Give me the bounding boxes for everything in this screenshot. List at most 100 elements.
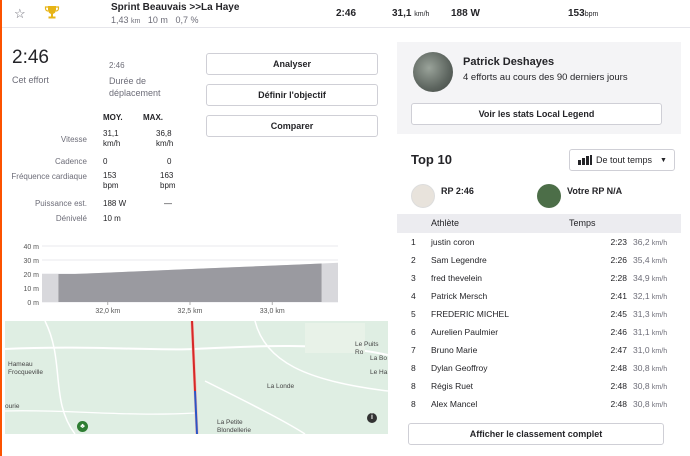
effort-speed: 30,8 km/h (633, 381, 668, 391)
effort-time: 2:23 (610, 237, 627, 247)
map-roads (5, 321, 388, 434)
table-row[interactable]: 2 Sam Legendre 2:26 35,4 km/h (397, 251, 681, 269)
athlete-name[interactable]: justin coron (431, 237, 474, 247)
col-time: Temps (569, 218, 596, 228)
stat-label: Fréquence cardiaque (11, 172, 87, 181)
avatar[interactable] (413, 52, 453, 92)
moving-duration-value: 2:46 (109, 61, 125, 70)
max-header: MAX. (143, 113, 163, 122)
table-row[interactable]: 3 fred thevelein 2:28 34,9 km/h (397, 269, 681, 287)
segment-distance: 1,43 km (111, 15, 141, 25)
segment-meta: 1,43 km 10 m 0,7 % (111, 15, 203, 25)
segment-elevation-area (58, 263, 322, 302)
rank: 8 (411, 399, 416, 409)
hr-max: 163 bpm (160, 171, 176, 190)
top10-title: Top 10 (411, 152, 452, 167)
table-row[interactable]: 8 Alex Mancel 2:48 30,8 km/h (397, 395, 681, 413)
elevation-avg: 10 m (103, 214, 121, 223)
athlete-name[interactable]: Alex Mancel (431, 399, 477, 409)
effort-time: 2:46 (12, 47, 49, 68)
speed-max: 36,8 km/h (156, 129, 174, 148)
segment-name[interactable]: Sprint Beauvais >>La Haye (111, 2, 239, 13)
map-label: Le Ha (370, 369, 388, 376)
effort-time: 2:48 (610, 399, 627, 409)
segment-grade: 0,7 % (175, 15, 199, 25)
athlete-name[interactable]: Sam Legendre (431, 255, 487, 265)
y-tick-label: 10 m (23, 286, 39, 293)
effort-time: 2:46 (610, 327, 627, 337)
segment-power: 188 W (451, 8, 480, 19)
effort-speed: 35,4 km/h (633, 255, 668, 265)
elevation-chart[interactable]: 40 m 30 m 20 m 10 m 0 m 32,0 km 32,5 km 33,0 km (0, 238, 345, 318)
trophy-icon (44, 6, 60, 19)
segment-map[interactable]: Hameau Frocqueville La Londe La Petite B… (5, 321, 388, 434)
your-avatar (537, 184, 561, 208)
park-icon: ♣ (77, 421, 88, 432)
info-icon[interactable]: i (367, 413, 377, 423)
your-pr-label: Votre RP N/A (567, 186, 623, 196)
athlete-name[interactable]: Aurelien Paulmier (431, 327, 498, 337)
segment-heart-rate: 153bpm (568, 8, 599, 19)
effort-label: Cet effort (12, 75, 49, 85)
athlete-name[interactable]: Régis Ruet (431, 381, 473, 391)
compare-button[interactable]: Comparer (206, 115, 378, 137)
effort-time: 2:28 (610, 273, 627, 283)
segment-time: 2:46 (336, 8, 357, 19)
y-tick-label: 20 m (23, 272, 39, 279)
local-legend-name[interactable]: Patrick Deshayes (463, 56, 554, 68)
athlete-name[interactable]: Patrick Mersch (431, 291, 487, 301)
map-label: La Petite Blondellerie (217, 419, 251, 434)
rank: 3 (411, 273, 416, 283)
star-icon[interactable]: ☆ (14, 6, 26, 22)
effort-time: 2:48 (610, 363, 627, 373)
power-avg: 188 W (103, 199, 127, 208)
accent-bar (0, 0, 2, 456)
table-row[interactable]: 1 justin coron 2:23 36,2 km/h (397, 233, 681, 251)
table-row[interactable]: 7 Bruno Marie 2:47 31,0 km/h (397, 341, 681, 359)
chevron-down-icon: ▼ (660, 156, 667, 164)
athlete-name[interactable]: fred thevelein (431, 273, 482, 283)
table-row[interactable]: 8 Dylan Geoffroy 2:48 30,8 km/h (397, 359, 681, 377)
map-label: Hameau Frocqueville (8, 361, 44, 376)
x-tick-label: 32,5 km (178, 308, 203, 315)
athlete-name[interactable]: FREDERIC MICHEL (431, 309, 509, 319)
rank: 4 (411, 291, 416, 301)
effort-time: 2:41 (610, 291, 627, 301)
avg-header: MOY. (103, 113, 123, 122)
set-goal-button[interactable]: Définir l'objectif (206, 84, 378, 106)
pr-avatar (411, 184, 435, 208)
full-leaderboard-button[interactable]: Afficher le classement complet (408, 423, 664, 445)
local-legend-stats-button[interactable]: Voir les stats Local Legend (411, 103, 662, 125)
x-tick-label: 32,0 km (95, 308, 120, 315)
athlete-name[interactable]: Bruno Marie (431, 345, 477, 355)
rank: 2 (411, 255, 416, 265)
y-tick-label: 0 m (27, 300, 39, 307)
effort-speed: 30,8 km/h (633, 399, 668, 409)
rank: 1 (411, 237, 416, 247)
analyze-button[interactable]: Analyser (206, 53, 378, 75)
effort-time: 2:45 (610, 309, 627, 319)
rank: 6 (411, 327, 416, 337)
stat-label: Cadence (54, 157, 87, 166)
y-tick-label: 40 m (23, 244, 39, 251)
map-label: La Bo (370, 355, 387, 362)
table-row[interactable]: 8 Régis Ruet 2:48 30,8 km/h (397, 377, 681, 395)
map-label: La Londe (267, 383, 295, 390)
moving-duration-label: Durée de déplacement (109, 76, 161, 98)
speed-avg: 31,1 km/h (103, 129, 121, 148)
power-max: — (164, 199, 172, 208)
effort-time: 2:47 (610, 345, 627, 355)
pr-label: RP 2:46 (441, 186, 474, 196)
bar-chart-icon (578, 155, 592, 165)
cadence-avg: 0 (103, 157, 108, 166)
table-row[interactable]: 5 FREDERIC MICHEL 2:45 31,3 km/h (397, 305, 681, 323)
y-tick-label: 30 m (23, 258, 39, 265)
table-row[interactable]: 6 Aurelien Paulmier 2:46 31,1 km/h (397, 323, 681, 341)
table-row[interactable]: 4 Patrick Mersch 2:41 32,1 km/h (397, 287, 681, 305)
time-filter-dropdown[interactable]: De tout temps ▼ (569, 149, 675, 171)
stat-label: Dénivelé (55, 214, 87, 223)
rank: 5 (411, 309, 416, 319)
segment-elevation: 10 m (147, 15, 168, 25)
cadence-max: 0 (167, 157, 172, 166)
athlete-name[interactable]: Dylan Geoffroy (431, 363, 488, 373)
